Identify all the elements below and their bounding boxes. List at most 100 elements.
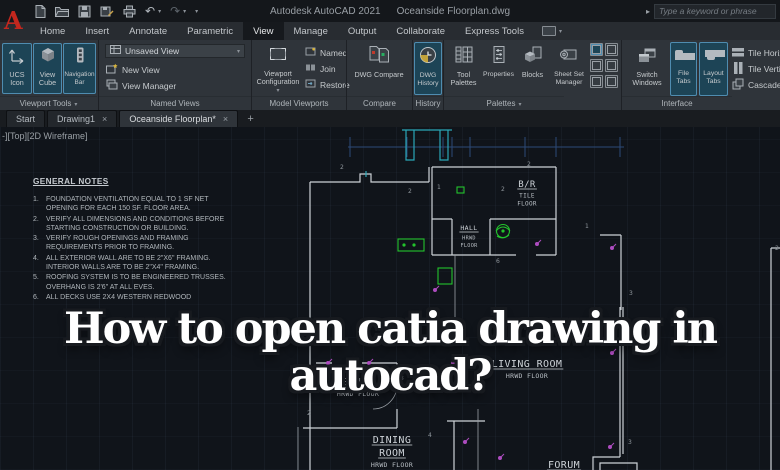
ribbon-tab-manage[interactable]: Manage xyxy=(284,22,338,40)
view-dropdown[interactable]: Unsaved View ▾ xyxy=(105,44,245,58)
file-tab-oceanside-floorplan-[interactable]: Oceanside Floorplan*× xyxy=(119,110,238,127)
properties-button[interactable]: Properties xyxy=(482,42,515,95)
ribbon-tab-insert[interactable]: Insert xyxy=(75,22,119,40)
viewport-configuration-button[interactable]: Viewport Configuration ▾ xyxy=(254,42,302,95)
note-number: 1. xyxy=(33,195,46,214)
palette-mini-button-6[interactable] xyxy=(605,75,618,88)
dropdown-caret[interactable]: ▾ xyxy=(237,48,240,55)
palette-mini-button-2[interactable] xyxy=(605,43,618,56)
file-tab-start[interactable]: Start xyxy=(6,110,45,127)
note-text: ALL DECKS USE 2X4 WESTERN REDWOOD xyxy=(46,293,191,302)
ribbon-tab-view[interactable]: View xyxy=(243,22,283,40)
new-drawing-tab-button[interactable]: + xyxy=(244,113,257,126)
ucs-icon-button[interactable]: UCS Icon xyxy=(2,43,32,94)
room-name-label: ROOM xyxy=(379,448,405,459)
button-label: Cascade xyxy=(748,80,780,90)
palette-mini-button-1[interactable] xyxy=(590,43,603,56)
dimension-number: 2 xyxy=(775,245,779,252)
redo-dropdown-caret[interactable]: ▾ xyxy=(183,8,186,15)
view-cube-button[interactable]: View Cube xyxy=(33,43,62,94)
ribbon-tab-output[interactable]: Output xyxy=(338,22,387,40)
button-label: Properties xyxy=(483,71,514,79)
app-title: Autodesk AutoCAD 2021 xyxy=(270,6,381,17)
dropdown-caret[interactable]: ▾ xyxy=(276,87,279,94)
blocks-icon xyxy=(523,45,543,69)
ribbon-tab-express-tools[interactable]: Express Tools xyxy=(455,22,534,40)
outlet-tick xyxy=(436,286,439,289)
panel-expand-caret[interactable]: ▾ xyxy=(74,102,77,108)
autocad-app-menu-logo[interactable]: A xyxy=(4,6,26,38)
layout-tabs-icon xyxy=(703,45,725,68)
search-arrow-icon[interactable]: ▸ xyxy=(646,7,650,16)
note-text: VERIFY ALL DIMENSIONS AND CONDITIONS BEF… xyxy=(46,215,224,234)
button-label: View Cube xyxy=(33,71,62,88)
panel-title[interactable]: Palettes▾ xyxy=(444,96,564,110)
new-view-button[interactable]: New View xyxy=(106,63,160,77)
undo-dropdown-caret[interactable]: ▾ xyxy=(158,8,161,15)
open-file-icon[interactable] xyxy=(55,6,69,17)
quick-access-toolbar: ↶▾ ↷▾ ▾ xyxy=(34,3,198,19)
ribbon-tab-parametric[interactable]: Parametric xyxy=(177,22,243,40)
close-tab-icon[interactable]: × xyxy=(223,114,228,124)
outlet-tick xyxy=(538,240,541,243)
room-name-label: B/R xyxy=(518,180,536,190)
dwg-compare-button[interactable]: DWG Compare xyxy=(353,42,405,95)
tile-vertically-button[interactable]: Tile Vertically xyxy=(732,62,780,76)
help-search: ▸ Type a keyword or phrase xyxy=(646,4,776,19)
button-label: Named xyxy=(320,48,347,58)
general-notes-list: 1.FOUNDATION VENTILATION EQUAL TO 1 SF N… xyxy=(33,195,311,302)
dimension-number: 2 xyxy=(408,188,412,195)
qat-customize-caret[interactable]: ▾ xyxy=(195,8,198,15)
new-file-icon[interactable] xyxy=(34,5,46,18)
join-viewport-button[interactable]: Join xyxy=(305,62,336,75)
sheet-set-manager-button[interactable]: Sheet Set Manager xyxy=(550,42,588,95)
button-label: Blocks xyxy=(522,71,543,79)
button-label: Tile Vertically xyxy=(748,64,780,74)
button-label: Join xyxy=(320,64,336,74)
palette-mini-button-3[interactable] xyxy=(590,59,603,72)
view-manager-button[interactable]: View Manager xyxy=(106,79,176,93)
file-tab-drawing1[interactable]: Drawing1 × xyxy=(47,110,117,127)
button-label: Viewport Configuration xyxy=(254,70,302,87)
palette-mini-button-4[interactable] xyxy=(605,59,618,72)
button-label: UCS Icon xyxy=(2,71,32,88)
stair-symbols xyxy=(366,130,452,177)
ribbon-tab-home[interactable]: Home xyxy=(30,22,75,40)
panel-title: History xyxy=(413,96,443,110)
ribbon-display-caret[interactable]: ▾ xyxy=(559,28,562,35)
ribbon-tab-collaborate[interactable]: Collaborate xyxy=(386,22,455,40)
plot-icon[interactable] xyxy=(123,5,136,18)
ribbon-display-toggle[interactable]: ▾ xyxy=(542,22,562,40)
close-tab-icon[interactable]: × xyxy=(102,114,107,124)
restore-viewport-button[interactable]: Restore xyxy=(305,78,350,91)
tool-palettes-button[interactable]: Tool Palettes xyxy=(447,42,480,95)
dwg-history-button[interactable]: DWG History xyxy=(414,42,442,95)
tile-horizontally-button[interactable]: Tile Horizontally xyxy=(732,46,780,60)
palette-mini-button-5[interactable] xyxy=(590,75,603,88)
search-input[interactable]: Type a keyword or phrase xyxy=(654,4,776,19)
save-icon[interactable] xyxy=(78,5,91,18)
dimension-number: 4 xyxy=(428,432,432,439)
ribbon-tab-annotate[interactable]: Annotate xyxy=(119,22,177,40)
panel-title[interactable]: Viewport Tools▾ xyxy=(0,96,97,110)
cascade-button[interactable]: Cascade xyxy=(732,78,780,92)
note-number: 3. xyxy=(33,234,46,253)
general-note-item: 3.VERIFY ROUGH OPENINGS AND FRAMING REQU… xyxy=(33,234,311,253)
autocad-window: A ↶▾ ↷▾ ▾ Autodesk AutoCAD 2021 Oceansid… xyxy=(0,0,780,470)
file-tab-label: Drawing1 xyxy=(57,114,95,124)
new-view-icon xyxy=(106,63,118,77)
file-tabs-icon xyxy=(673,45,695,68)
blocks-button[interactable]: Blocks xyxy=(517,42,548,95)
panel-expand-caret[interactable]: ▾ xyxy=(518,102,521,108)
dimension-number: 2 xyxy=(340,164,344,171)
undo-icon[interactable]: ↶ xyxy=(145,5,155,17)
switch-windows-icon xyxy=(637,46,657,69)
drawing-canvas[interactable]: -][Top][2D Wireframe] GENERAL NOTES 1.FO… xyxy=(0,127,780,470)
file-tabs-button[interactable]: File Tabs xyxy=(670,42,697,96)
switch-windows-button[interactable]: Switch Windows xyxy=(626,43,668,95)
panel-title: Compare xyxy=(347,96,412,110)
navigation-bar-button[interactable]: Navigation Bar xyxy=(63,43,96,94)
named-viewport-button[interactable]: Named xyxy=(305,46,347,59)
layout-tabs-button[interactable]: Layout Tabs xyxy=(699,42,728,96)
save-as-icon[interactable] xyxy=(100,5,114,18)
